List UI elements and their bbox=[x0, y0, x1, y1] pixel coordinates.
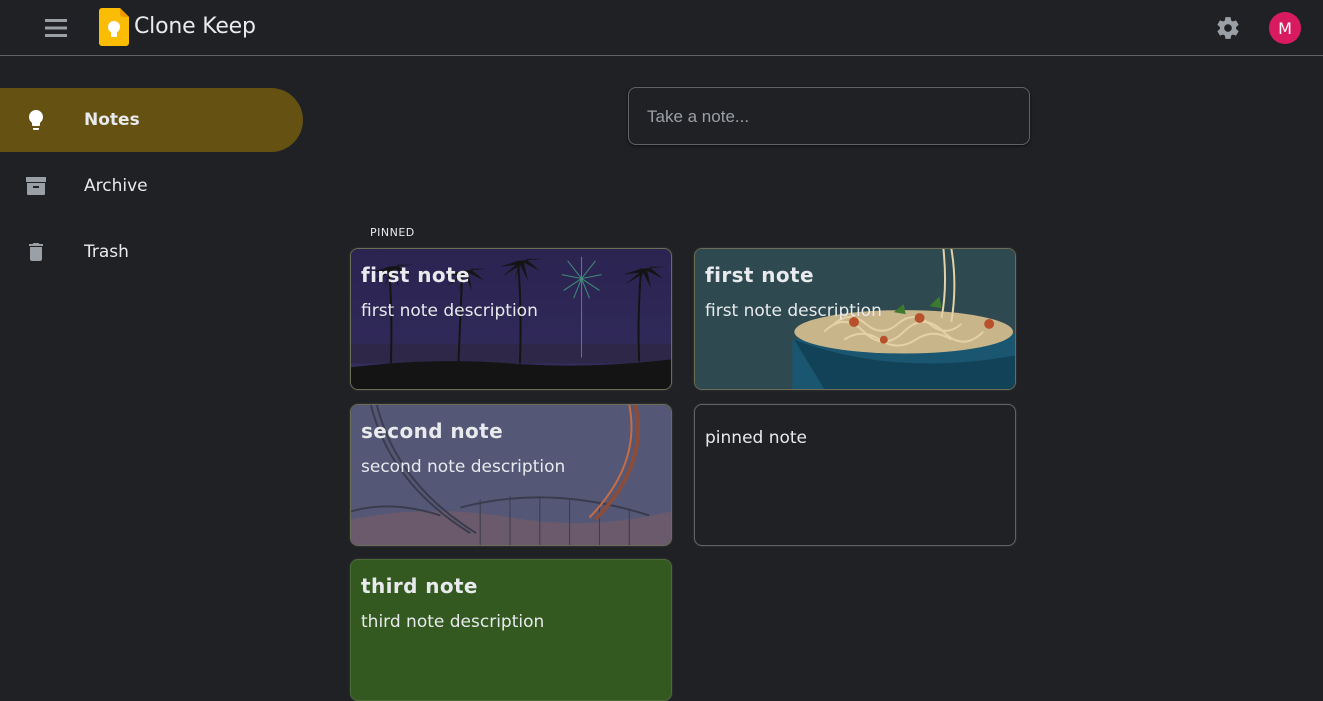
sidebar-item-archive[interactable]: Archive bbox=[0, 154, 303, 218]
note-card[interactable]: first note first note description bbox=[350, 248, 672, 390]
lightbulb-icon bbox=[24, 108, 48, 132]
note-title: first note bbox=[361, 263, 470, 287]
trash-icon bbox=[24, 240, 48, 264]
settings-button[interactable] bbox=[1206, 6, 1250, 50]
note-card[interactable]: third note third note description bbox=[350, 559, 672, 701]
note-description: first note description bbox=[361, 301, 538, 321]
note-title: third note bbox=[361, 574, 478, 598]
sidebar-item-trash[interactable]: Trash bbox=[0, 220, 303, 284]
gear-icon bbox=[1217, 17, 1239, 39]
note-card[interactable]: first note first note description bbox=[694, 248, 1016, 390]
take-note-input[interactable] bbox=[645, 106, 1005, 128]
note-title: second note bbox=[361, 419, 504, 443]
note-description: third note description bbox=[361, 612, 545, 632]
keep-lightbulb-logo-icon[interactable] bbox=[99, 8, 129, 46]
sidebar-item-label: Archive bbox=[84, 176, 148, 196]
take-note-box[interactable] bbox=[628, 87, 1030, 145]
hamburger-menu-icon bbox=[45, 19, 67, 37]
note-description: second note description bbox=[361, 457, 566, 477]
note-card[interactable]: second note second note description bbox=[350, 404, 672, 546]
sidebar-item-label: Trash bbox=[84, 242, 129, 262]
pinned-section-label: PINNED bbox=[370, 226, 415, 239]
app-header: Clone Keep M bbox=[0, 0, 1323, 56]
main-menu-button[interactable] bbox=[34, 6, 78, 50]
note-title: first note bbox=[705, 263, 814, 287]
archive-icon bbox=[24, 174, 48, 198]
sidebar-item-notes[interactable]: Notes bbox=[0, 88, 303, 152]
app-title: Clone Keep bbox=[134, 14, 256, 39]
sidebar: Notes Archive Trash bbox=[0, 56, 310, 638]
note-description: first note description bbox=[705, 301, 882, 321]
note-card[interactable]: pinned note bbox=[694, 404, 1016, 546]
note-description: pinned note bbox=[705, 428, 808, 448]
sidebar-item-label: Notes bbox=[84, 110, 140, 130]
user-avatar[interactable]: M bbox=[1269, 12, 1301, 44]
